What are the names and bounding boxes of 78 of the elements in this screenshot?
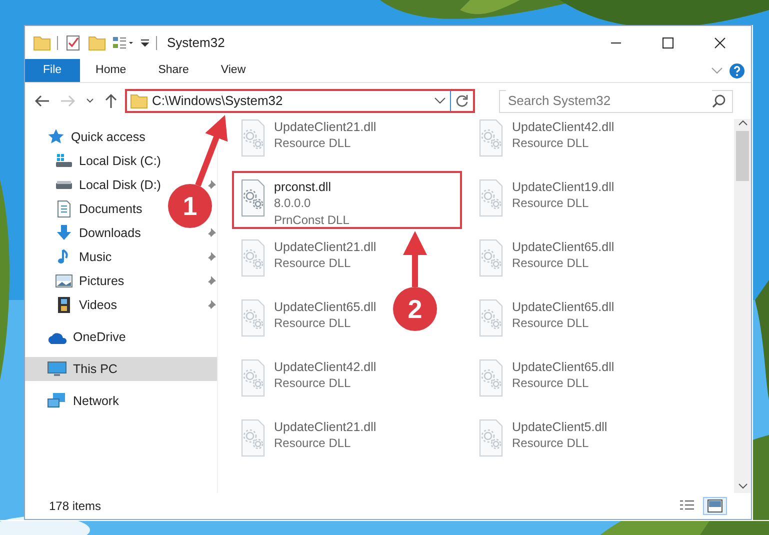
sidebar-item[interactable]: This PC	[25, 357, 217, 381]
file-detail: Resource DLL	[274, 375, 352, 392]
sidebar-item[interactable]: Pictures	[25, 269, 163, 293]
download-icon	[55, 224, 73, 242]
sidebar-item[interactable]: Videos	[25, 293, 163, 317]
file-detail: Resource DLL	[512, 135, 590, 152]
file-name[interactable]: UpdateClient21.dll	[274, 119, 376, 135]
window-title: System32	[167, 34, 225, 52]
sidebar-item[interactable]: OneDrive	[25, 325, 163, 349]
file-name[interactable]: UpdateClient21.dll	[274, 239, 376, 255]
file-detail: PrnConst DLL	[274, 212, 350, 229]
ribbon-tab[interactable]: Share	[142, 59, 205, 82]
star-icon	[47, 128, 65, 146]
scroll-thumb[interactable]	[736, 131, 749, 181]
file-detail: Resource DLL	[274, 315, 352, 332]
large-icons-view-icon	[707, 499, 723, 513]
address-bar[interactable]: C:\Windows\System32	[125, 89, 475, 113]
file-name[interactable]: UpdateClient21.dll	[274, 419, 376, 435]
sidebar-item[interactable]: Documents	[25, 197, 163, 221]
file-detail: Resource DLL	[274, 255, 352, 272]
drive-icon	[55, 180, 73, 190]
search-field[interactable]: Search System32	[499, 90, 733, 112]
network-icon	[47, 392, 67, 410]
file-name[interactable]: UpdateClient19.dll	[512, 179, 614, 195]
scrollbar[interactable]	[734, 119, 751, 493]
callout-arrow	[195, 115, 228, 187]
ribbon-tab[interactable]: View	[204, 59, 262, 82]
computer-icon	[47, 360, 67, 378]
callout-arrow	[403, 231, 427, 287]
refresh-icon	[455, 94, 469, 108]
sidebar-item[interactable]: Local Disk (D:)	[25, 173, 163, 197]
file-detail: Resource DLL	[512, 195, 590, 212]
sidebar-item[interactable]: Quick access	[25, 125, 163, 149]
folder-icon	[88, 34, 106, 52]
file-name[interactable]: prconst.dll	[274, 179, 350, 195]
file-name[interactable]: UpdateClient42.dll	[274, 359, 376, 375]
document-icon	[55, 200, 73, 218]
step-marker: 1	[168, 184, 212, 228]
scroll-down-icon	[738, 482, 748, 490]
properties-icon	[64, 34, 82, 52]
file-detail: Resource DLL	[274, 435, 352, 452]
scroll-up-icon	[738, 119, 748, 127]
up-arrow-icon	[104, 93, 118, 109]
search-icon	[712, 94, 726, 108]
caret-icon	[86, 98, 94, 104]
large-icons-view-button[interactable]	[703, 497, 727, 515]
file-detail: Resource DLL	[512, 315, 590, 332]
sidebar-item[interactable]: Local Disk (C:)	[25, 149, 163, 173]
file-name[interactable]: UpdateClient65.dll	[512, 239, 614, 255]
file-detail: Resource DLL	[512, 255, 590, 272]
folder-icon	[130, 92, 148, 110]
step-marker: 2	[393, 287, 437, 331]
help-icon	[729, 62, 745, 78]
folder-icon	[33, 34, 51, 52]
caret-icon	[434, 97, 446, 105]
chevron-icon	[711, 66, 723, 76]
file-name[interactable]: UpdateClient5.dll	[512, 419, 608, 435]
item-count: 178 items	[49, 498, 102, 515]
forward-arrow-icon	[60, 94, 76, 108]
sidebar-item[interactable]: Downloads	[25, 221, 163, 245]
drive-icon	[55, 152, 73, 170]
file-detail: Resource DLL	[512, 435, 590, 452]
pictures-icon	[55, 272, 73, 290]
sidebar-item[interactable]: Network	[25, 389, 163, 413]
maximize-icon	[662, 36, 674, 48]
file-detail: 8.0.0.0	[274, 195, 312, 212]
file-menu-button[interactable]: File	[25, 59, 80, 82]
file-name[interactable]: UpdateClient65.dll	[512, 359, 614, 375]
film-icon	[55, 296, 73, 314]
file-name[interactable]: UpdateClient65.dll	[274, 299, 376, 315]
sidebar-item[interactable]: Music	[25, 245, 163, 269]
file-detail: Resource DLL	[512, 375, 590, 392]
ribbon-tab[interactable]: Home	[80, 59, 142, 82]
back-arrow-icon	[34, 94, 50, 108]
file-detail: Resource DLL	[274, 135, 352, 152]
close-icon	[714, 36, 726, 48]
file-name[interactable]: UpdateClient42.dll	[512, 119, 614, 135]
file-name[interactable]: UpdateClient65.dll	[512, 299, 614, 315]
